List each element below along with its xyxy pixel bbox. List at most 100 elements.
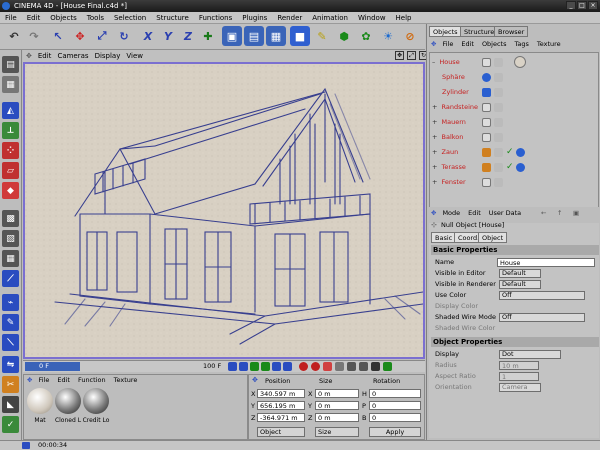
material-menu-edit[interactable]: Edit xyxy=(57,375,70,386)
nurbs-icon[interactable]: ⬢ xyxy=(334,26,354,46)
tab-structure[interactable]: Structure xyxy=(460,26,499,37)
move-icon[interactable]: ✥ xyxy=(70,26,90,46)
sketch-material-tag-icon[interactable] xyxy=(514,56,526,68)
soft-selection-icon[interactable]: ⟍ xyxy=(2,334,19,351)
menu-objects[interactable]: Objects xyxy=(45,12,81,23)
menu-structure[interactable]: Structure xyxy=(151,12,194,23)
expand-icon[interactable]: + xyxy=(432,178,437,186)
material-menu-texture[interactable]: Texture xyxy=(114,375,138,386)
mirror-tool-icon[interactable]: ⇋ xyxy=(2,356,19,373)
object-row-sphere[interactable]: Sphäre xyxy=(430,70,598,85)
play-back-icon[interactable] xyxy=(250,362,259,371)
expand-icon[interactable]: + xyxy=(432,133,437,141)
shaded-wire-mode-select[interactable]: Off xyxy=(499,313,585,322)
menu-selection[interactable]: Selection xyxy=(109,12,151,23)
brush-tool-icon[interactable]: ✎ xyxy=(2,314,19,331)
z-axis-icon[interactable]: Z xyxy=(178,26,198,46)
position-x-field[interactable]: 340.597 m xyxy=(257,389,305,398)
visibility-dots-icon[interactable] xyxy=(494,163,503,172)
polygons-tool-icon[interactable]: ◆ xyxy=(2,182,19,199)
object-row-cylinder[interactable]: Zylinder xyxy=(430,85,598,100)
four-view-icon[interactable]: ▦ xyxy=(2,76,19,93)
menu-animation[interactable]: Animation xyxy=(307,12,353,23)
collapse-icon[interactable]: – xyxy=(432,58,435,66)
visibility-dots-icon[interactable] xyxy=(494,133,503,142)
object-row-mauern[interactable]: + Mauern xyxy=(430,115,598,130)
coord-mode-select[interactable]: Object xyxy=(257,427,305,437)
object-row-terasse[interactable]: + Terasse ✓ xyxy=(430,160,598,175)
keyframe-icon[interactable] xyxy=(323,362,332,371)
orientation-select[interactable]: Camera xyxy=(499,383,541,392)
key-param-icon[interactable] xyxy=(371,362,380,371)
viewport-menu-view[interactable]: View xyxy=(126,52,143,60)
visible-editor-select[interactable]: Default xyxy=(499,269,541,278)
maximize-button[interactable]: □ xyxy=(577,1,587,10)
expand-icon[interactable]: + xyxy=(432,118,437,126)
object-row-balkon[interactable]: + Balkon xyxy=(430,130,598,145)
undo-icon[interactable]: ↶ xyxy=(4,26,24,46)
texture-axis-icon[interactable]: ▧ xyxy=(2,230,19,247)
close-button[interactable]: × xyxy=(588,1,598,10)
visibility-dots-icon[interactable] xyxy=(494,148,503,157)
visibility-dots-icon[interactable] xyxy=(494,73,503,82)
timeline-start-frame[interactable]: 0 F xyxy=(25,362,80,371)
ik-tool-icon[interactable]: ⟋ xyxy=(2,270,19,287)
attributes-menu-userdata[interactable]: User Data xyxy=(489,207,521,219)
lock-icon[interactable]: ▣ xyxy=(573,207,579,219)
attr-tab-basic[interactable]: Basic xyxy=(431,232,457,243)
spline-icon[interactable]: ✎ xyxy=(312,26,332,46)
expand-icon[interactable]: + xyxy=(432,148,437,156)
menu-edit[interactable]: Edit xyxy=(22,12,46,23)
key-position-icon[interactable] xyxy=(335,362,344,371)
3d-viewport[interactable] xyxy=(23,62,425,359)
bevel-tool-icon[interactable]: ◣ xyxy=(2,396,19,413)
texture-tag-icon[interactable] xyxy=(516,148,525,157)
visibility-dots-icon[interactable] xyxy=(494,103,503,112)
attr-tab-object[interactable]: Object xyxy=(478,232,508,243)
x-axis-icon[interactable]: X xyxy=(138,26,158,46)
next-key-icon[interactable] xyxy=(272,362,281,371)
size-x-field[interactable]: 0 m xyxy=(315,389,359,398)
coord-system-icon[interactable]: ✚ xyxy=(198,26,218,46)
tab-objects[interactable]: Objects xyxy=(429,26,462,37)
knife-tool-icon[interactable]: ✂ xyxy=(2,376,19,393)
rotation-b-field[interactable]: 0 xyxy=(369,413,421,422)
record-icon[interactable] xyxy=(299,362,308,371)
menu-window[interactable]: Window xyxy=(353,12,391,23)
select-icon[interactable]: ↖ xyxy=(48,26,68,46)
render-view-icon[interactable]: ▣ xyxy=(222,26,242,46)
key-pla-icon[interactable] xyxy=(383,362,392,371)
object-row-house[interactable]: – House xyxy=(430,55,598,70)
position-y-field[interactable]: 656.195 m xyxy=(257,401,305,410)
enabled-check-icon[interactable]: ✓ xyxy=(506,160,514,175)
edges-tool-icon[interactable]: ▱ xyxy=(2,162,19,179)
aspect-ratio-field[interactable]: 1 xyxy=(499,372,539,381)
tab-browser[interactable]: Browser xyxy=(494,26,529,37)
position-z-field[interactable]: -364.971 m xyxy=(257,413,305,422)
attributes-menu-mode[interactable]: Mode xyxy=(442,207,460,219)
material-menu-file[interactable]: File xyxy=(38,375,49,386)
viewport-move-icon[interactable]: ✥ xyxy=(395,51,404,60)
size-mode-select[interactable]: Size xyxy=(315,427,359,437)
visibility-dots-icon[interactable] xyxy=(494,178,503,187)
goto-end-icon[interactable] xyxy=(283,362,292,371)
object-row-zaun[interactable]: + Zaun ✓ xyxy=(430,145,598,160)
objects-menu-tags[interactable]: Tags xyxy=(515,39,529,50)
autokey-icon[interactable] xyxy=(311,362,320,371)
size-z-field[interactable]: 0 m xyxy=(315,413,359,422)
y-axis-icon[interactable]: Y xyxy=(158,26,178,46)
radius-field[interactable]: 10 m xyxy=(499,361,539,370)
visibility-dots-icon[interactable] xyxy=(494,58,503,67)
rotation-h-field[interactable]: 0 xyxy=(369,389,421,398)
use-color-select[interactable]: Off xyxy=(499,291,585,300)
key-rotation-icon[interactable] xyxy=(359,362,368,371)
back-arrow-icon[interactable]: ← xyxy=(541,207,546,219)
enabled-check-icon[interactable]: ✓ xyxy=(506,145,514,160)
expand-icon[interactable]: + xyxy=(432,103,437,111)
texture-tool-icon[interactable]: ▩ xyxy=(2,210,19,227)
camera-icon[interactable]: ⊘ xyxy=(400,26,420,46)
minimize-button[interactable]: _ xyxy=(566,1,576,10)
apply-button[interactable]: Apply xyxy=(369,427,421,437)
material-swatch-credit[interactable] xyxy=(83,388,109,414)
viewport-layout-icon[interactable]: ▤ xyxy=(2,56,19,73)
